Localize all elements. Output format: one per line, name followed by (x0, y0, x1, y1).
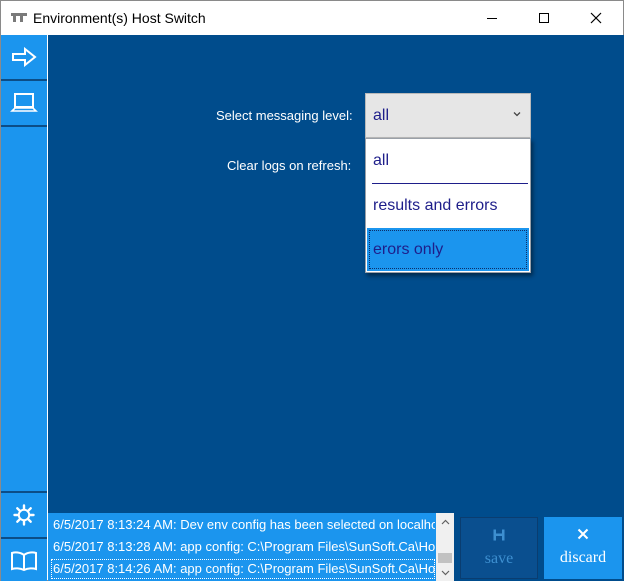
book-icon (11, 551, 37, 572)
clear-logs-label: Clear logs on refresh: (227, 158, 352, 173)
chevron-down-icon (513, 112, 521, 117)
chevron-up-icon (441, 519, 449, 524)
messaging-level-label: Select messaging level: (216, 108, 353, 123)
messaging-level-select[interactable]: all (365, 93, 531, 138)
log-entry[interactable]: 6/5/2017 8:14:26 AM: app config: C:\Prog… (51, 559, 435, 579)
sidebar-item-switch[interactable] (1, 35, 47, 79)
log-scrollbar[interactable] (436, 513, 454, 581)
messaging-level-value: all (373, 107, 390, 124)
option-label: all (373, 152, 390, 169)
close-icon (577, 528, 589, 540)
log-entry[interactable]: 6/5/2017 8:13:24 AM: Dev env config has … (51, 515, 435, 535)
sidebar-divider (1, 125, 47, 127)
log-entry[interactable]: 6/5/2017 8:13:28 AM: app config: C:\Prog… (51, 537, 435, 557)
app-window: Environment(s) Host Switch Select messag… (0, 0, 624, 581)
maximize-button[interactable] (521, 1, 567, 35)
settings-panel: Select messaging level: Clear logs on re… (48, 35, 624, 511)
sidebar-item-hosts[interactable] (1, 81, 47, 125)
option-label: erors only (373, 241, 444, 258)
arrow-right-icon (12, 47, 37, 67)
bottom-bar: 6/5/2017 8:13:24 AM: Dev env config has … (48, 511, 624, 581)
save-icon (493, 529, 505, 541)
window-title: Environment(s) Host Switch (33, 10, 206, 26)
maximize-icon (539, 13, 549, 23)
gear-icon (13, 504, 35, 526)
save-button[interactable]: save (460, 517, 538, 579)
close-icon (590, 12, 602, 24)
minimize-button[interactable] (469, 1, 515, 35)
messaging-level-dropdown: all results and errors erors only (365, 138, 531, 273)
scroll-up-button[interactable] (436, 513, 454, 530)
log-list[interactable]: 6/5/2017 8:13:24 AM: Dev env config has … (48, 513, 454, 581)
option-label: results and errors (373, 197, 498, 214)
sidebar-item-settings[interactable] (1, 493, 47, 537)
sidebar (1, 35, 47, 581)
scroll-thumb[interactable] (438, 553, 452, 563)
discard-button[interactable]: discard (544, 517, 622, 579)
scroll-down-button[interactable] (436, 564, 454, 581)
option-results-and-errors[interactable]: results and errors (367, 184, 529, 228)
sidebar-item-docs[interactable] (1, 539, 47, 581)
option-errors-only[interactable]: erors only (367, 228, 529, 271)
close-button[interactable] (573, 1, 619, 35)
save-label: save (484, 550, 514, 567)
title-bar[interactable]: Environment(s) Host Switch (1, 1, 623, 35)
option-all[interactable]: all (367, 139, 529, 183)
discard-label: discard (559, 549, 607, 566)
chevron-down-icon (441, 570, 449, 575)
laptop-icon (10, 93, 38, 112)
minimize-icon (487, 18, 497, 19)
app-icon (11, 13, 27, 22)
